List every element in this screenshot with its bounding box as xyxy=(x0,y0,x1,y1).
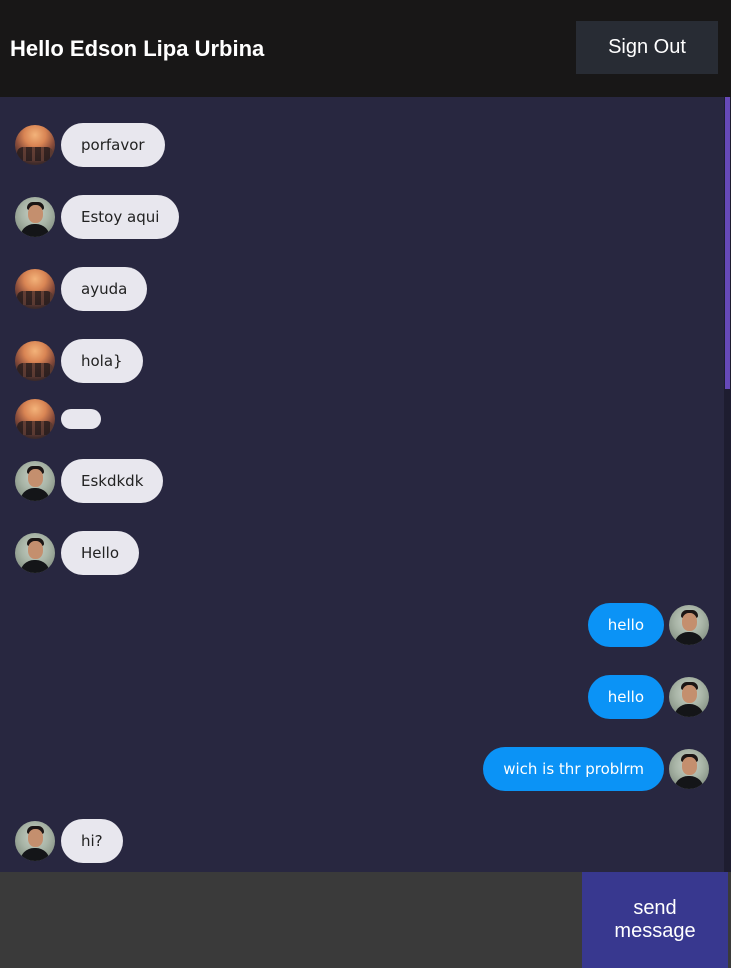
person-avatar xyxy=(15,533,55,573)
sunset-avatar xyxy=(15,269,55,309)
message-bubble-sent: wich is thr problrm xyxy=(483,747,664,791)
message-row xyxy=(15,399,101,439)
message-bubble: hi? xyxy=(61,819,123,863)
message-bubble: Estoy aqui xyxy=(61,195,180,239)
scrollbar-track[interactable] xyxy=(724,97,731,872)
message-row-sent: wich is thr problrm xyxy=(483,747,709,791)
message-row: ayuda xyxy=(15,267,148,311)
person-avatar xyxy=(669,749,709,789)
person-avatar xyxy=(15,821,55,861)
sunset-avatar xyxy=(15,399,55,439)
page-title: Hello Edson Lipa Urbina xyxy=(10,35,265,61)
message-row-sent: hello xyxy=(587,603,709,647)
message-bubble: porfavor xyxy=(61,123,165,167)
message-row: Eskdkdk xyxy=(15,459,164,503)
message-bubble: Eskdkdk xyxy=(61,459,164,503)
person-avatar xyxy=(15,197,55,237)
sunset-avatar xyxy=(15,341,55,381)
message-composer: send message xyxy=(0,872,731,968)
message-row: Hello xyxy=(15,531,140,575)
message-bubble: hola} xyxy=(61,339,143,383)
message-row: hi? xyxy=(15,819,123,863)
app-header: Hello Edson Lipa Urbina Sign Out xyxy=(0,0,731,97)
person-avatar xyxy=(669,605,709,645)
message-row: porfavor xyxy=(15,123,165,167)
chat-area[interactable]: porfavor Estoy aqui ayuda hola} Eskdkdk … xyxy=(0,97,731,872)
message-bubble-sent: hello xyxy=(587,603,664,647)
person-avatar xyxy=(15,461,55,501)
send-message-button[interactable]: send message xyxy=(582,872,728,968)
message-bubble: ayuda xyxy=(61,267,148,311)
message-input[interactable] xyxy=(0,872,582,968)
message-row: hola} xyxy=(15,339,143,383)
message-bubble-empty xyxy=(61,409,101,429)
message-row-sent: hello xyxy=(587,675,709,719)
sign-out-button[interactable]: Sign Out xyxy=(576,20,718,74)
message-bubble: Hello xyxy=(61,531,140,575)
message-row: Estoy aqui xyxy=(15,195,180,239)
sunset-avatar xyxy=(15,125,55,165)
message-bubble-sent: hello xyxy=(587,675,664,719)
scrollbar-thumb[interactable] xyxy=(725,97,730,389)
person-avatar xyxy=(669,677,709,717)
